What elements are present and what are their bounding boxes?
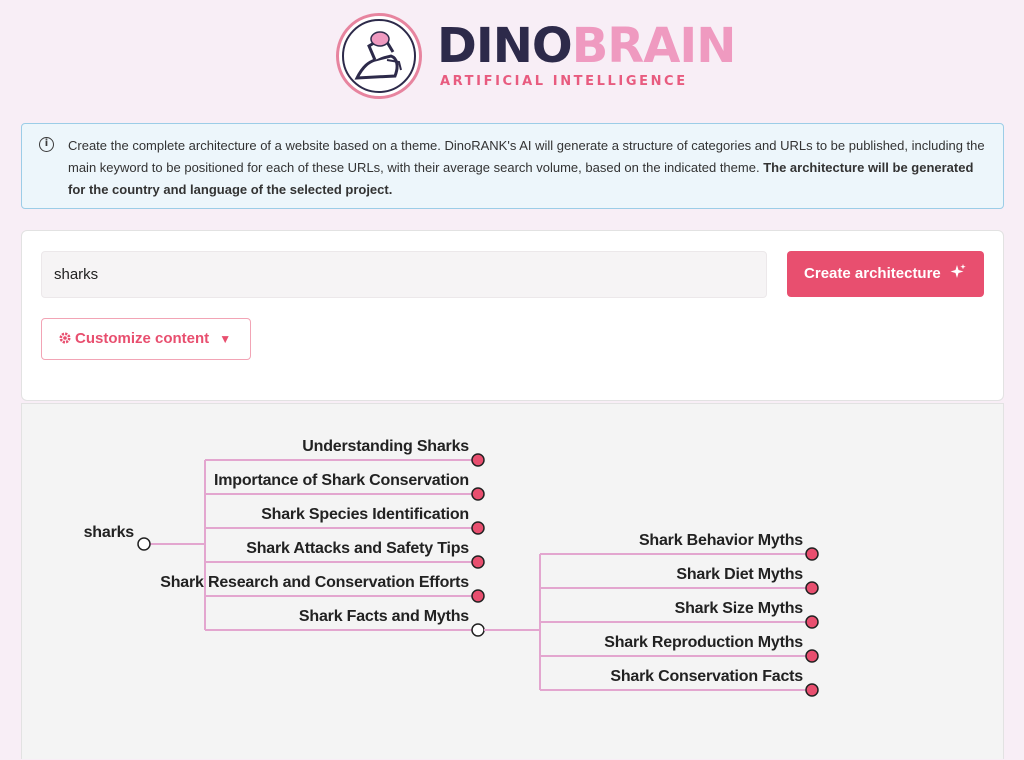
tree-child-label: Shark Facts and Myths bbox=[298, 608, 469, 625]
tree-child-label: Shark Attacks and Safety Tips bbox=[246, 540, 469, 557]
header: DINOBRAIN ARTIFICIAL INTELLIGENCE bbox=[0, 0, 1024, 110]
tree-grandchild-label: Shark Size Myths bbox=[674, 600, 804, 617]
tree-child-node[interactable] bbox=[471, 589, 485, 603]
tree-grandchild-label: Shark Diet Myths bbox=[676, 566, 803, 583]
brand-name: DINOBRAIN bbox=[437, 22, 736, 70]
tree-grandchild-node[interactable] bbox=[805, 683, 819, 697]
info-text: Create the complete architecture of a we… bbox=[68, 135, 993, 201]
tree-child-label: Understanding Sharks bbox=[302, 438, 469, 455]
tree-grandchild-node[interactable] bbox=[805, 649, 819, 663]
tree-grandchild-label: Shark Reproduction Myths bbox=[604, 634, 803, 651]
tree-grandchild-node[interactable] bbox=[805, 581, 819, 595]
tree-child-node[interactable] bbox=[471, 623, 485, 637]
brand-subtitle: ARTIFICIAL INTELLIGENCE bbox=[440, 74, 688, 89]
tree-child-label: Shark Research and Conservation Efforts bbox=[160, 574, 469, 591]
theme-input[interactable] bbox=[41, 251, 767, 298]
tree-child-node[interactable] bbox=[471, 487, 485, 501]
tree-child-node[interactable] bbox=[471, 555, 485, 569]
sparkle-icon bbox=[950, 264, 966, 278]
tree-child-node[interactable] bbox=[471, 521, 485, 535]
tree-child-node[interactable] bbox=[471, 453, 485, 467]
architecture-tree-panel: sharks Understanding Sharks Importance of … bbox=[21, 403, 1004, 759]
info-alert: i Create the complete architecture of a … bbox=[21, 123, 1004, 209]
create-architecture-button[interactable]: Create architecture bbox=[787, 251, 984, 297]
info-circle-icon: i bbox=[39, 137, 54, 152]
tree-root-label: sharks bbox=[83, 524, 135, 541]
gear-icon bbox=[59, 332, 71, 344]
tree-child-label: Shark Species Identification bbox=[261, 506, 469, 523]
brand-name-brain: BRAIN bbox=[571, 18, 737, 74]
tree-grandchild-label: Shark Conservation Facts bbox=[610, 668, 803, 685]
dinobrain-logo-icon bbox=[336, 13, 422, 99]
tree-grandchild-node[interactable] bbox=[805, 615, 819, 629]
tree-root-node[interactable] bbox=[137, 537, 151, 551]
tree-grandchild-node[interactable] bbox=[805, 547, 819, 561]
architecture-form: Create architecture Customize content ▼ bbox=[21, 230, 1004, 401]
chevron-down-icon: ▼ bbox=[219, 332, 232, 346]
create-architecture-label: Create architecture bbox=[804, 265, 941, 282]
tree-grandchild-label: Shark Behavior Myths bbox=[638, 532, 803, 549]
customize-content-label: Customize content bbox=[75, 330, 210, 347]
brand-name-dino: DINO bbox=[437, 18, 573, 74]
tree-child-label: Importance of Shark Conservation bbox=[214, 472, 469, 489]
customize-content-button[interactable]: Customize content ▼ bbox=[41, 318, 251, 360]
